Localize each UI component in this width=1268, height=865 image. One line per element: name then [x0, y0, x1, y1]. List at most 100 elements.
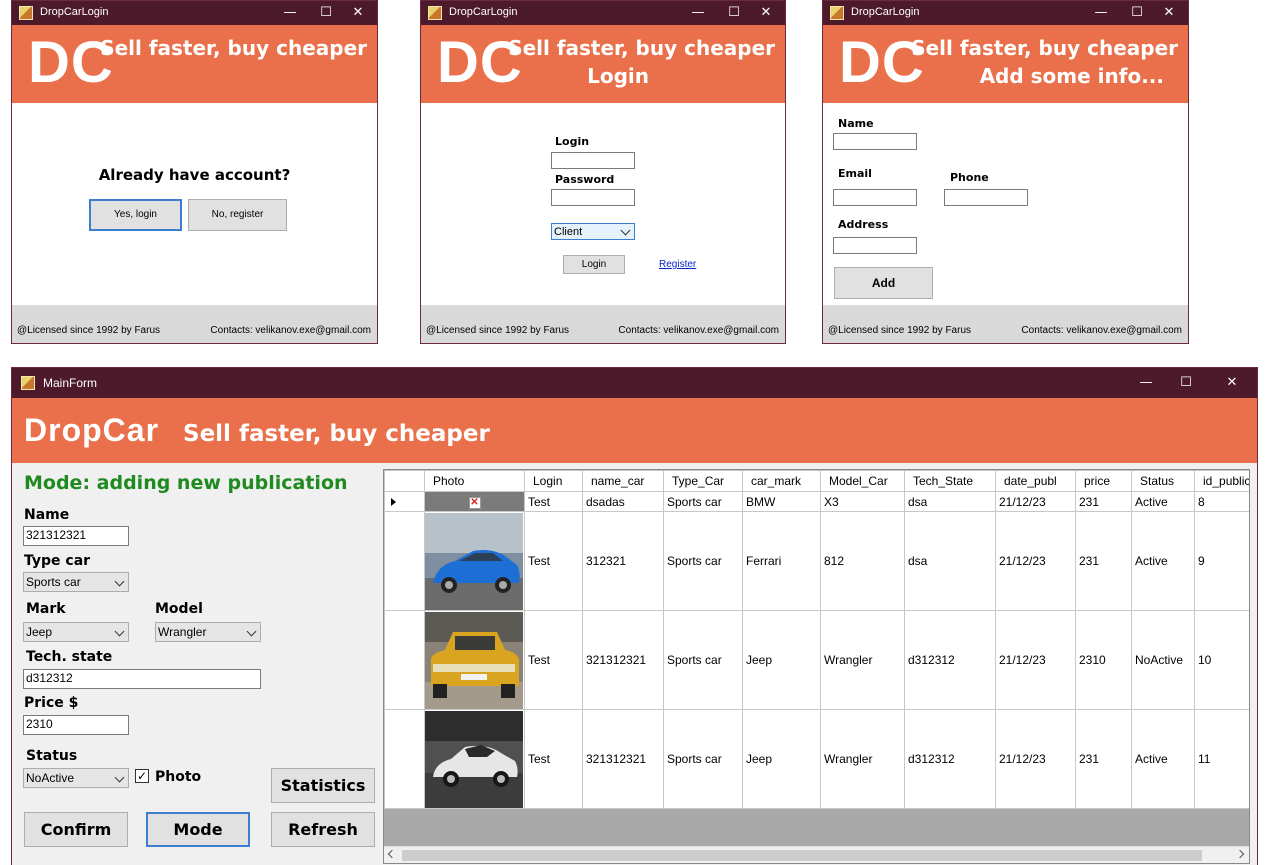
no-register-button[interactable]: No, register: [188, 199, 287, 231]
cell-status[interactable]: Active: [1131, 709, 1195, 809]
cell-id[interactable]: 11: [1194, 709, 1249, 809]
tech-state-input[interactable]: d312312: [23, 669, 261, 689]
photo-checkbox[interactable]: ✓: [135, 769, 149, 783]
close-icon[interactable]: ✕: [751, 3, 781, 23]
cell-model-car[interactable]: 812: [820, 511, 905, 611]
photo-cell[interactable]: [424, 709, 525, 809]
close-icon[interactable]: ✕: [1217, 373, 1247, 393]
maximize-icon[interactable]: ☐: [1122, 3, 1152, 23]
mode-button[interactable]: Mode: [146, 812, 250, 847]
minimize-icon[interactable]: —: [1086, 3, 1116, 23]
name-input[interactable]: [833, 133, 917, 150]
close-icon[interactable]: ✕: [343, 3, 373, 23]
table-row[interactable]: ✕ Test dsadas Sports car BMW X3 dsa 21/12/23 231…: [384, 491, 1249, 512]
cell-type-car[interactable]: Sports car: [663, 709, 743, 809]
cell-date-publ[interactable]: 21/12/23: [995, 610, 1076, 710]
cell-type-car[interactable]: Sports car: [663, 610, 743, 710]
cell-name-car[interactable]: 321312321: [582, 709, 664, 809]
publications-grid[interactable]: Photo Login name_car Type_Car car_mark Model_…: [383, 469, 1250, 864]
column-header[interactable]: id_publica: [1194, 470, 1249, 492]
column-header[interactable]: Type_Car: [663, 470, 743, 492]
cell-price[interactable]: 231: [1075, 709, 1132, 809]
register-link[interactable]: Register: [659, 259, 696, 270]
column-header[interactable]: car_mark: [742, 470, 821, 492]
statistics-button[interactable]: Statistics: [271, 768, 375, 803]
column-header[interactable]: Photo: [424, 470, 525, 492]
add-button[interactable]: Add: [834, 267, 933, 299]
maximize-icon[interactable]: ☐: [311, 3, 341, 23]
maximize-icon[interactable]: ☐: [1171, 373, 1201, 393]
password-input[interactable]: [551, 189, 635, 206]
scroll-left-icon[interactable]: [387, 849, 397, 859]
table-row[interactable]: Test 312321 Sports car Ferrari 812 dsa 21/12/2…: [384, 511, 1249, 611]
cell-car-mark[interactable]: Ferrari: [742, 511, 821, 611]
title-bar[interactable]: DropCarLogin — ☐ ✕: [823, 1, 1188, 25]
cell-tech-state[interactable]: d312312: [904, 709, 996, 809]
table-row[interactable]: Test 321312321 Sports car Jeep Wrangler d3123…: [384, 610, 1249, 710]
login-button[interactable]: Login: [563, 255, 625, 274]
cell-model-car[interactable]: X3: [820, 491, 905, 512]
cell-price[interactable]: 2310: [1075, 610, 1132, 710]
mark-select[interactable]: Jeep: [23, 622, 129, 642]
title-bar[interactable]: DropCarLogin — ☐ ✕: [12, 1, 377, 25]
cell-status[interactable]: Active: [1131, 491, 1195, 512]
cell-model-car[interactable]: Wrangler: [820, 709, 905, 809]
close-icon[interactable]: ✕: [1154, 3, 1184, 23]
horizontal-scrollbar[interactable]: [384, 846, 1249, 863]
cell-login[interactable]: Test: [524, 511, 583, 611]
cell-name-car[interactable]: dsadas: [582, 491, 664, 512]
column-header[interactable]: Login: [524, 470, 583, 492]
status-select[interactable]: NoActive: [23, 768, 129, 788]
email-input[interactable]: [833, 189, 917, 206]
cell-name-car[interactable]: 321312321: [582, 610, 664, 710]
role-select[interactable]: Client: [551, 223, 635, 240]
type-car-select[interactable]: Sports car: [23, 572, 129, 592]
yes-login-button[interactable]: Yes, login: [89, 199, 182, 231]
login-input[interactable]: [551, 152, 635, 169]
column-header[interactable]: Model_Car: [820, 470, 905, 492]
cell-status[interactable]: Active: [1131, 511, 1195, 611]
row-header[interactable]: [384, 610, 425, 710]
column-header[interactable]: name_car: [582, 470, 664, 492]
minimize-icon[interactable]: —: [683, 3, 713, 23]
cell-price[interactable]: 231: [1075, 491, 1132, 512]
cell-login[interactable]: Test: [524, 709, 583, 809]
row-header[interactable]: [384, 709, 425, 809]
photo-cell[interactable]: [424, 610, 525, 710]
cell-status[interactable]: NoActive: [1131, 610, 1195, 710]
cell-login[interactable]: Test: [524, 610, 583, 710]
column-header[interactable]: price: [1075, 470, 1132, 492]
cell-name-car[interactable]: 312321: [582, 511, 664, 611]
cell-id[interactable]: 10: [1194, 610, 1249, 710]
cell-tech-state[interactable]: dsa: [904, 491, 996, 512]
column-header[interactable]: Tech_State: [904, 470, 996, 492]
minimize-icon[interactable]: —: [275, 3, 305, 23]
photo-cell[interactable]: ✕: [424, 491, 525, 512]
column-header[interactable]: date_publ: [995, 470, 1076, 492]
refresh-button[interactable]: Refresh: [271, 812, 375, 847]
cell-price[interactable]: 231: [1075, 511, 1132, 611]
title-bar[interactable]: MainForm — ☐ ✕: [12, 368, 1257, 398]
cell-date-publ[interactable]: 21/12/23: [995, 709, 1076, 809]
cell-tech-state[interactable]: dsa: [904, 511, 996, 611]
cell-car-mark[interactable]: BMW: [742, 491, 821, 512]
cell-type-car[interactable]: Sports car: [663, 511, 743, 611]
cell-id[interactable]: 9: [1194, 511, 1249, 611]
model-select[interactable]: Wrangler: [155, 622, 261, 642]
cell-tech-state[interactable]: d312312: [904, 610, 996, 710]
minimize-icon[interactable]: —: [1131, 373, 1161, 393]
maximize-icon[interactable]: ☐: [719, 3, 749, 23]
cell-date-publ[interactable]: 21/12/23: [995, 511, 1076, 611]
row-header[interactable]: [384, 511, 425, 611]
table-row[interactable]: Test 321312321 Sports car Jeep Wrangler d3123…: [384, 709, 1249, 809]
column-header[interactable]: Status: [1131, 470, 1195, 492]
row-header[interactable]: [384, 491, 425, 512]
scrollbar-thumb[interactable]: [402, 850, 1202, 861]
cell-type-car[interactable]: Sports car: [663, 491, 743, 512]
name-input[interactable]: 321312321: [23, 526, 129, 546]
photo-cell[interactable]: [424, 511, 525, 611]
confirm-button[interactable]: Confirm: [24, 812, 128, 847]
cell-car-mark[interactable]: Jeep: [742, 610, 821, 710]
cell-id[interactable]: 8: [1194, 491, 1249, 512]
title-bar[interactable]: DropCarLogin — ☐ ✕: [421, 1, 785, 25]
